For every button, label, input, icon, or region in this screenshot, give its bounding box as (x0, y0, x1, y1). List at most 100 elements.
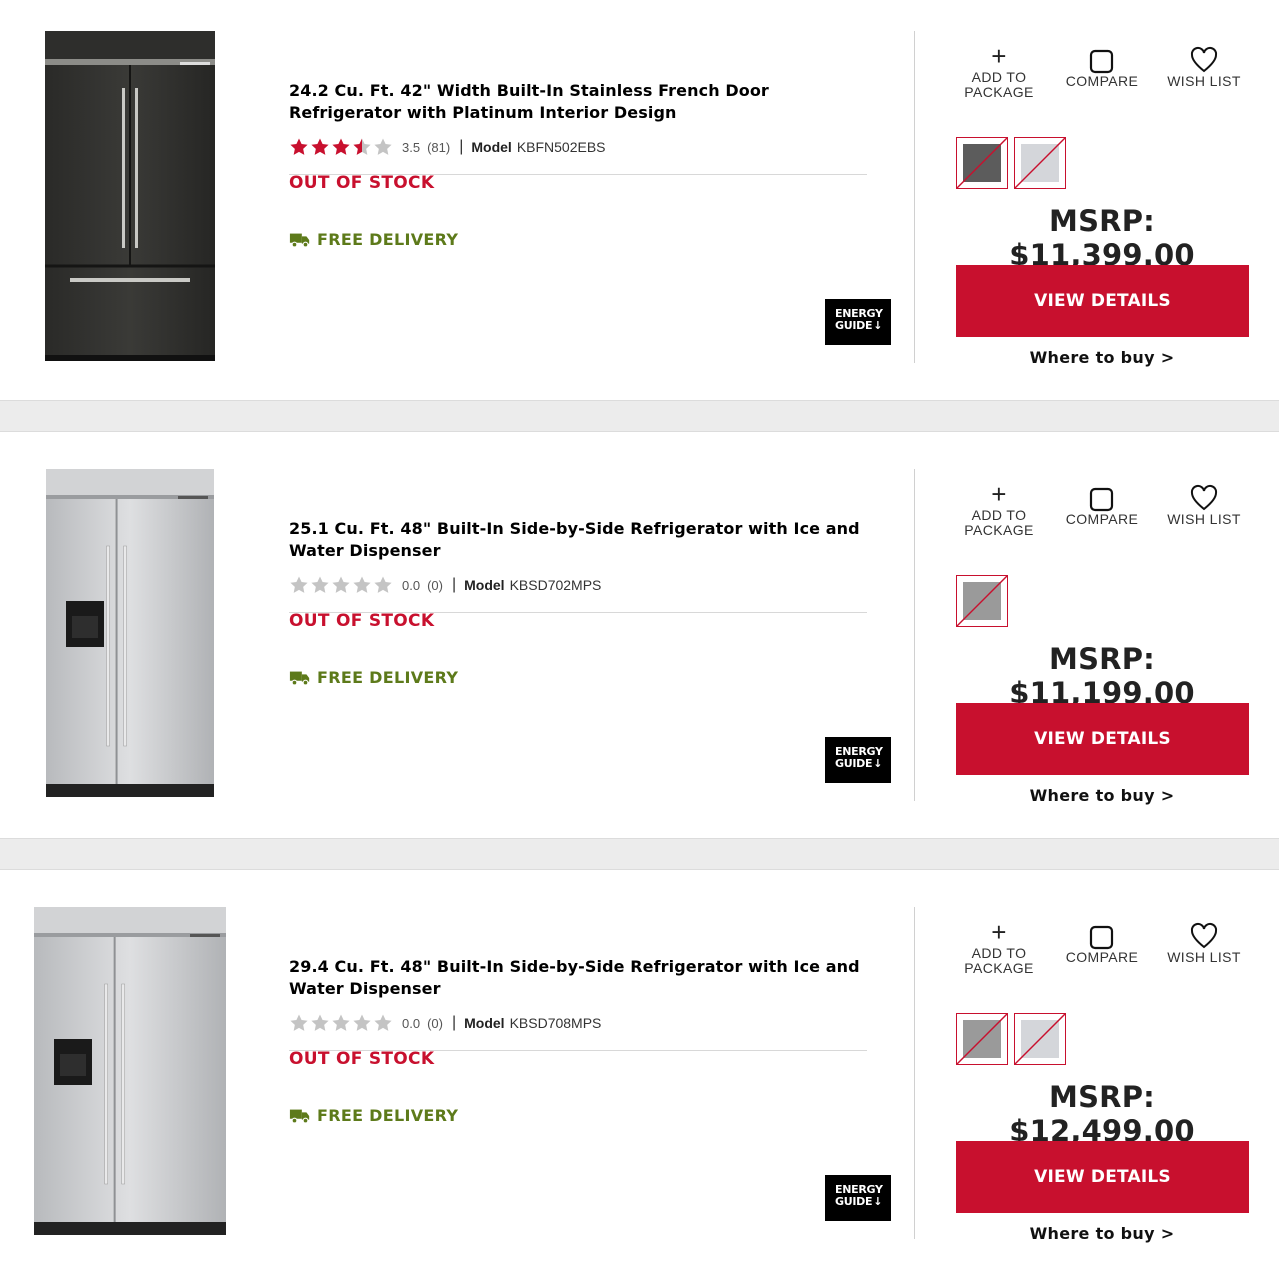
view-details-button[interactable]: VIEW DETAILS (956, 703, 1249, 775)
energy-guide-badge[interactable]: ENERGY GUIDE↓ (825, 1175, 891, 1221)
column-divider (914, 907, 915, 1239)
card-separator (0, 838, 1279, 870)
rating-row: 0.0 (0) | Model KBSD708MPS (289, 1012, 601, 1034)
stock-status: OUT OF STOCK (289, 173, 435, 193)
separator: | (451, 1014, 457, 1031)
product-image[interactable] (30, 466, 230, 806)
compare-checkbox[interactable]: COMPARE (1052, 920, 1152, 965)
unavailable-slash-icon (1015, 138, 1065, 188)
review-count[interactable]: (0) (427, 578, 443, 593)
truck-icon (289, 233, 310, 248)
delivery-label: FREE DELIVERY (317, 230, 459, 249)
add-to-package-button[interactable]: + ADD TO PACKAGE (949, 41, 1049, 100)
star-icon (311, 138, 329, 155)
rating-row: 3.5 (81) | Model KBFN502EBS (289, 136, 606, 158)
where-to-buy-link[interactable]: Where to buy > (956, 786, 1248, 805)
product-image[interactable] (30, 28, 230, 368)
energy-guide-badge[interactable]: ENERGY GUIDE↓ (825, 737, 891, 783)
arrow-down-icon: ↓ (873, 1195, 883, 1208)
color-swatch[interactable] (1014, 137, 1066, 189)
color-swatch[interactable] (956, 1013, 1008, 1065)
wish-list-label: WISH LIST (1167, 949, 1241, 965)
review-count[interactable]: (81) (427, 140, 450, 155)
view-details-button[interactable]: VIEW DETAILS (956, 1141, 1249, 1213)
compare-checkbox[interactable]: COMPARE (1052, 44, 1152, 89)
product-card: 25.1 Cu. Ft. 48" Built-In Side-by-Side R… (0, 438, 1279, 838)
separator: | (459, 138, 464, 155)
star-icon (374, 576, 392, 593)
color-swatch[interactable] (1014, 1013, 1066, 1065)
wish-list-label: WISH LIST (1167, 73, 1241, 89)
star-icon (353, 1014, 371, 1031)
where-to-buy-link[interactable]: Where to buy > (956, 1224, 1248, 1243)
color-swatch[interactable] (956, 137, 1008, 189)
star-icon (353, 138, 371, 155)
free-delivery: FREE DELIVERY (289, 668, 458, 687)
color-swatches (956, 1013, 1072, 1065)
unavailable-slash-icon (957, 576, 1007, 626)
unavailable-slash-icon (957, 138, 1007, 188)
compare-label: COMPARE (1065, 511, 1139, 527)
product-title[interactable]: 25.1 Cu. Ft. 48" Built-In Side-by-Side R… (289, 518, 869, 562)
wish-list-button[interactable]: WISH LIST (1154, 44, 1254, 89)
heart-icon (1190, 484, 1218, 511)
delivery-label: FREE DELIVERY (317, 1106, 459, 1125)
compare-checkbox[interactable]: COMPARE (1052, 482, 1152, 527)
column-divider (914, 31, 915, 363)
star-icon (374, 1014, 392, 1031)
price: MSRP: $11,399.00 (1009, 204, 1195, 272)
star-rating[interactable] (289, 137, 394, 157)
price: MSRP: $12,499.00 (1009, 1080, 1195, 1148)
add-to-package-button[interactable]: + ADD TO PACKAGE (949, 479, 1049, 538)
review-count[interactable]: (0) (427, 1016, 443, 1031)
plus-icon: + (991, 917, 1007, 947)
add-to-package-label: ADD TO PACKAGE (964, 945, 1034, 976)
arrow-down-icon: ↓ (873, 757, 883, 770)
star-rating[interactable] (289, 1013, 394, 1033)
wish-list-button[interactable]: WISH LIST (1154, 920, 1254, 965)
card-separator (0, 400, 1279, 432)
product-card: 29.4 Cu. Ft. 48" Built-In Side-by-Side R… (0, 876, 1279, 1262)
add-to-package-button[interactable]: + ADD TO PACKAGE (949, 917, 1049, 976)
unavailable-slash-icon (1015, 1014, 1065, 1064)
star-icon (290, 1014, 308, 1031)
model-label: Model (471, 139, 512, 155)
checkbox-icon (1089, 487, 1114, 512)
model-number: KBSD708MPS (509, 1015, 602, 1031)
free-delivery: FREE DELIVERY (289, 230, 458, 249)
heart-icon (1190, 922, 1218, 949)
heart-icon (1190, 46, 1218, 73)
stock-status: OUT OF STOCK (289, 1049, 435, 1069)
product-title[interactable]: 29.4 Cu. Ft. 48" Built-In Side-by-Side R… (289, 956, 869, 1000)
separator: | (451, 576, 457, 593)
rating-value: 0.0 (402, 577, 421, 593)
star-icon (332, 138, 350, 155)
add-to-package-label: ADD TO PACKAGE (964, 69, 1034, 100)
where-to-buy-link[interactable]: Where to buy > (956, 348, 1248, 367)
wish-list-button[interactable]: WISH LIST (1154, 482, 1254, 527)
plus-icon: + (991, 41, 1007, 71)
product-title[interactable]: 24.2 Cu. Ft. 42" Width Built-In Stainles… (289, 80, 869, 124)
color-swatches (956, 137, 1072, 189)
arrow-down-icon: ↓ (873, 319, 883, 332)
star-icon (353, 576, 371, 593)
delivery-label: FREE DELIVERY (317, 668, 459, 687)
star-icon (332, 576, 350, 593)
truck-icon (289, 1109, 310, 1124)
plus-icon: + (991, 479, 1007, 509)
star-rating[interactable] (289, 575, 394, 595)
view-details-button[interactable]: VIEW DETAILS (956, 265, 1249, 337)
product-card: 24.2 Cu. Ft. 42" Width Built-In Stainles… (0, 0, 1279, 400)
model-number: KBFN502EBS (516, 139, 606, 155)
product-image[interactable] (30, 904, 230, 1244)
model-number: KBSD702MPS (509, 577, 602, 593)
color-swatches (956, 575, 1014, 627)
color-swatch[interactable] (956, 575, 1008, 627)
energy-guide-badge[interactable]: ENERGY GUIDE↓ (825, 299, 891, 345)
price: MSRP: $11,199.00 (1009, 642, 1195, 710)
model-label: Model (464, 577, 505, 593)
star-icon (311, 576, 329, 593)
compare-label: COMPARE (1065, 73, 1139, 89)
checkbox-icon (1089, 49, 1114, 74)
wish-list-label: WISH LIST (1167, 511, 1241, 527)
